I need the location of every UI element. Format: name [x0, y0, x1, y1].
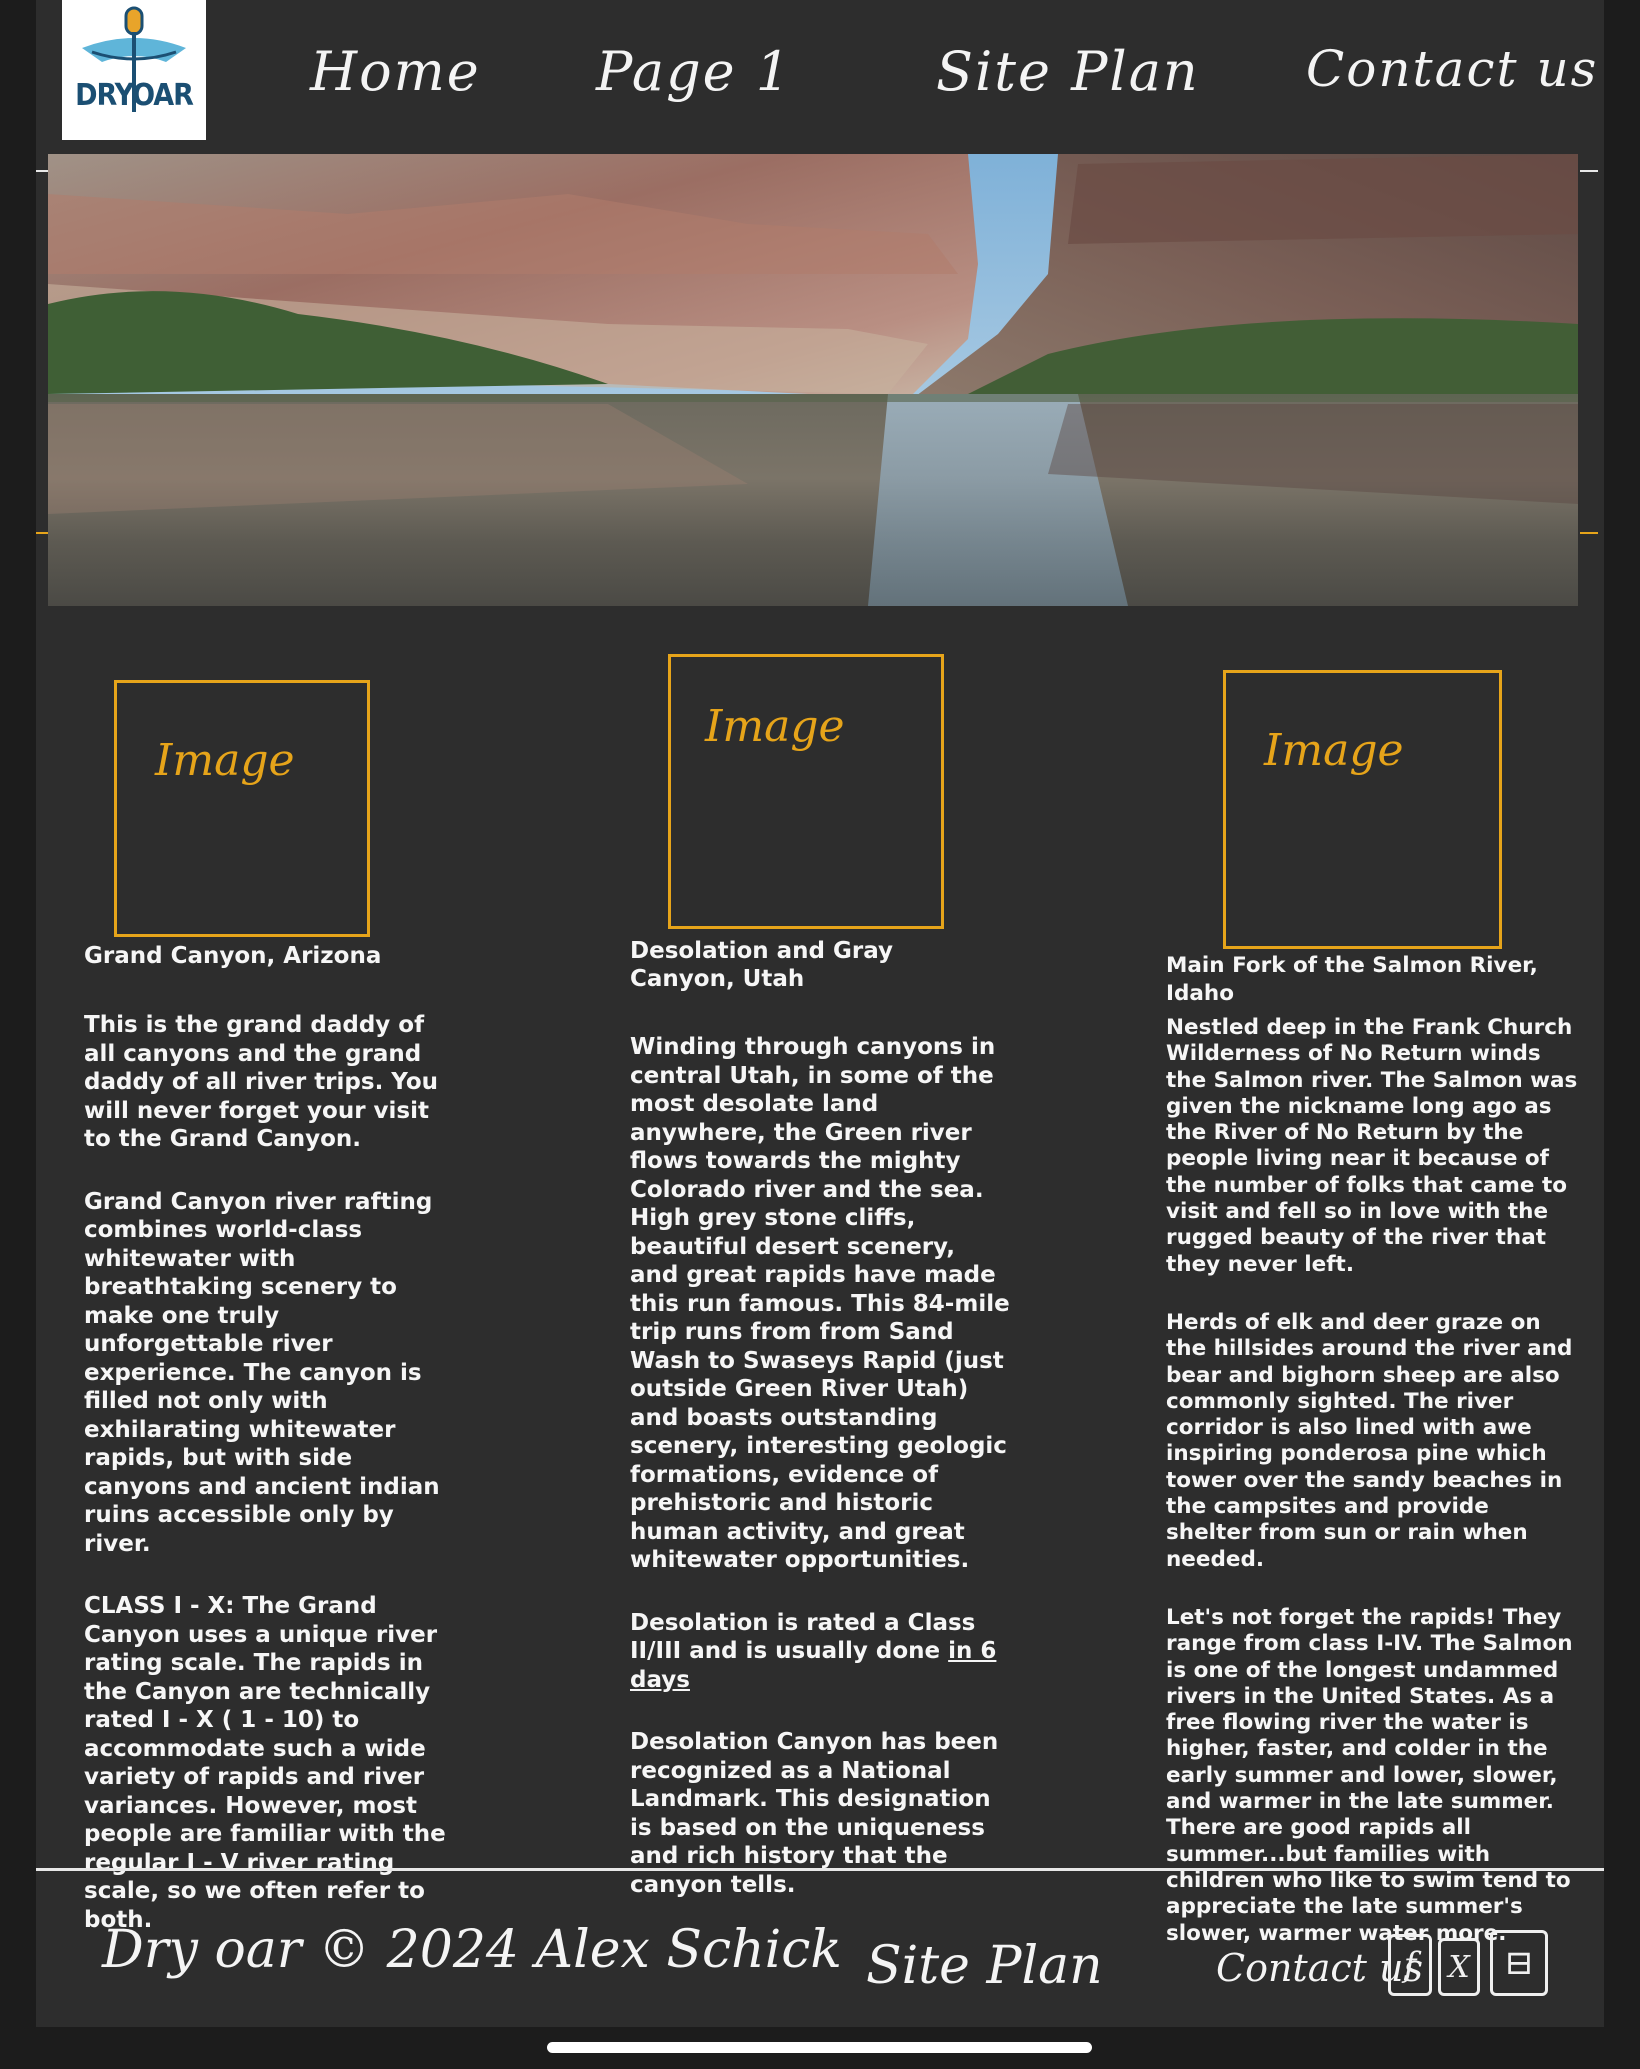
divider-tick [36, 532, 48, 534]
nav-page-1[interactable]: Page 1 [596, 40, 792, 103]
paragraph-text: Desolation is rated a Class II/III and i… [630, 1609, 976, 1665]
divider-tick [36, 170, 48, 172]
footer-copyright: Dry oar © 2024 Alex Schick [102, 1920, 842, 1980]
nav-site-plan[interactable]: Site Plan [936, 40, 1200, 103]
river-description: Winding through canyons in central Utah,… [630, 1033, 1010, 1933]
river-description: This is the grand daddy of all canyons a… [84, 1011, 456, 1968]
paragraph: CLASS I - X: The Grand Canyon uses a uni… [84, 1593, 446, 1933]
paragraph: Grand Canyon river rafting combines worl… [84, 1188, 440, 1557]
river-title: Main Fork of the Salmon River, Idaho [1166, 953, 1538, 1006]
paragraph: Nestled deep in the Frank Church Wildern… [1166, 1015, 1578, 1277]
page-canvas: DRYOAR Home Page 1 Site Plan Contact us [36, 0, 1604, 2027]
oar-icon [82, 6, 186, 112]
paragraph: Let's not forget the rapids! They range … [1166, 1604, 1573, 1946]
x-twitter-icon[interactable]: X [1438, 1938, 1480, 1996]
paragraph: This is the grand daddy of all canyons a… [84, 1012, 439, 1152]
nav-contact-us[interactable]: Contact us [1306, 40, 1598, 98]
paragraph: Winding through canyons in central Utah,… [630, 1034, 1010, 1573]
image-placeholder-label: Image [705, 701, 845, 752]
facebook-icon[interactable]: f [1388, 1934, 1432, 1996]
image-placeholder-label: Image [155, 735, 295, 786]
river-title: Desolation and Gray Canyon, Utah [630, 938, 894, 992]
site-logo[interactable]: DRYOAR [62, 0, 206, 140]
home-indicator[interactable] [547, 2042, 1092, 2053]
image-placeholder-label: Image [1264, 725, 1404, 776]
logo-text: DRYOAR [75, 78, 194, 113]
divider-tick [1580, 170, 1598, 172]
hero-canyon-image [48, 154, 1578, 606]
image-placeholder: Image [668, 654, 944, 929]
footer-site-plan-link[interactable]: Site Plan [866, 1936, 1103, 1996]
site-header: DRYOAR Home Page 1 Site Plan Contact us [36, 0, 1604, 152]
footer-divider [36, 1868, 1604, 1871]
nav-home[interactable]: Home [310, 40, 481, 103]
paragraph: Desolation is rated a Class II/III and i… [630, 1609, 1010, 1695]
paragraph: Desolation Canyon has been recognized as… [630, 1729, 999, 1898]
email-icon[interactable]: ⊟ [1490, 1930, 1548, 1996]
paragraph: Herds of elk and deer graze on the hills… [1166, 1309, 1573, 1572]
river-description: Nestled deep in the Frank Church Wildern… [1166, 1015, 1578, 1979]
divider-tick [1580, 532, 1598, 534]
image-placeholder: Image [114, 680, 370, 937]
river-title: Grand Canyon, Arizona [84, 943, 382, 969]
image-placeholder: Image [1223, 670, 1502, 949]
